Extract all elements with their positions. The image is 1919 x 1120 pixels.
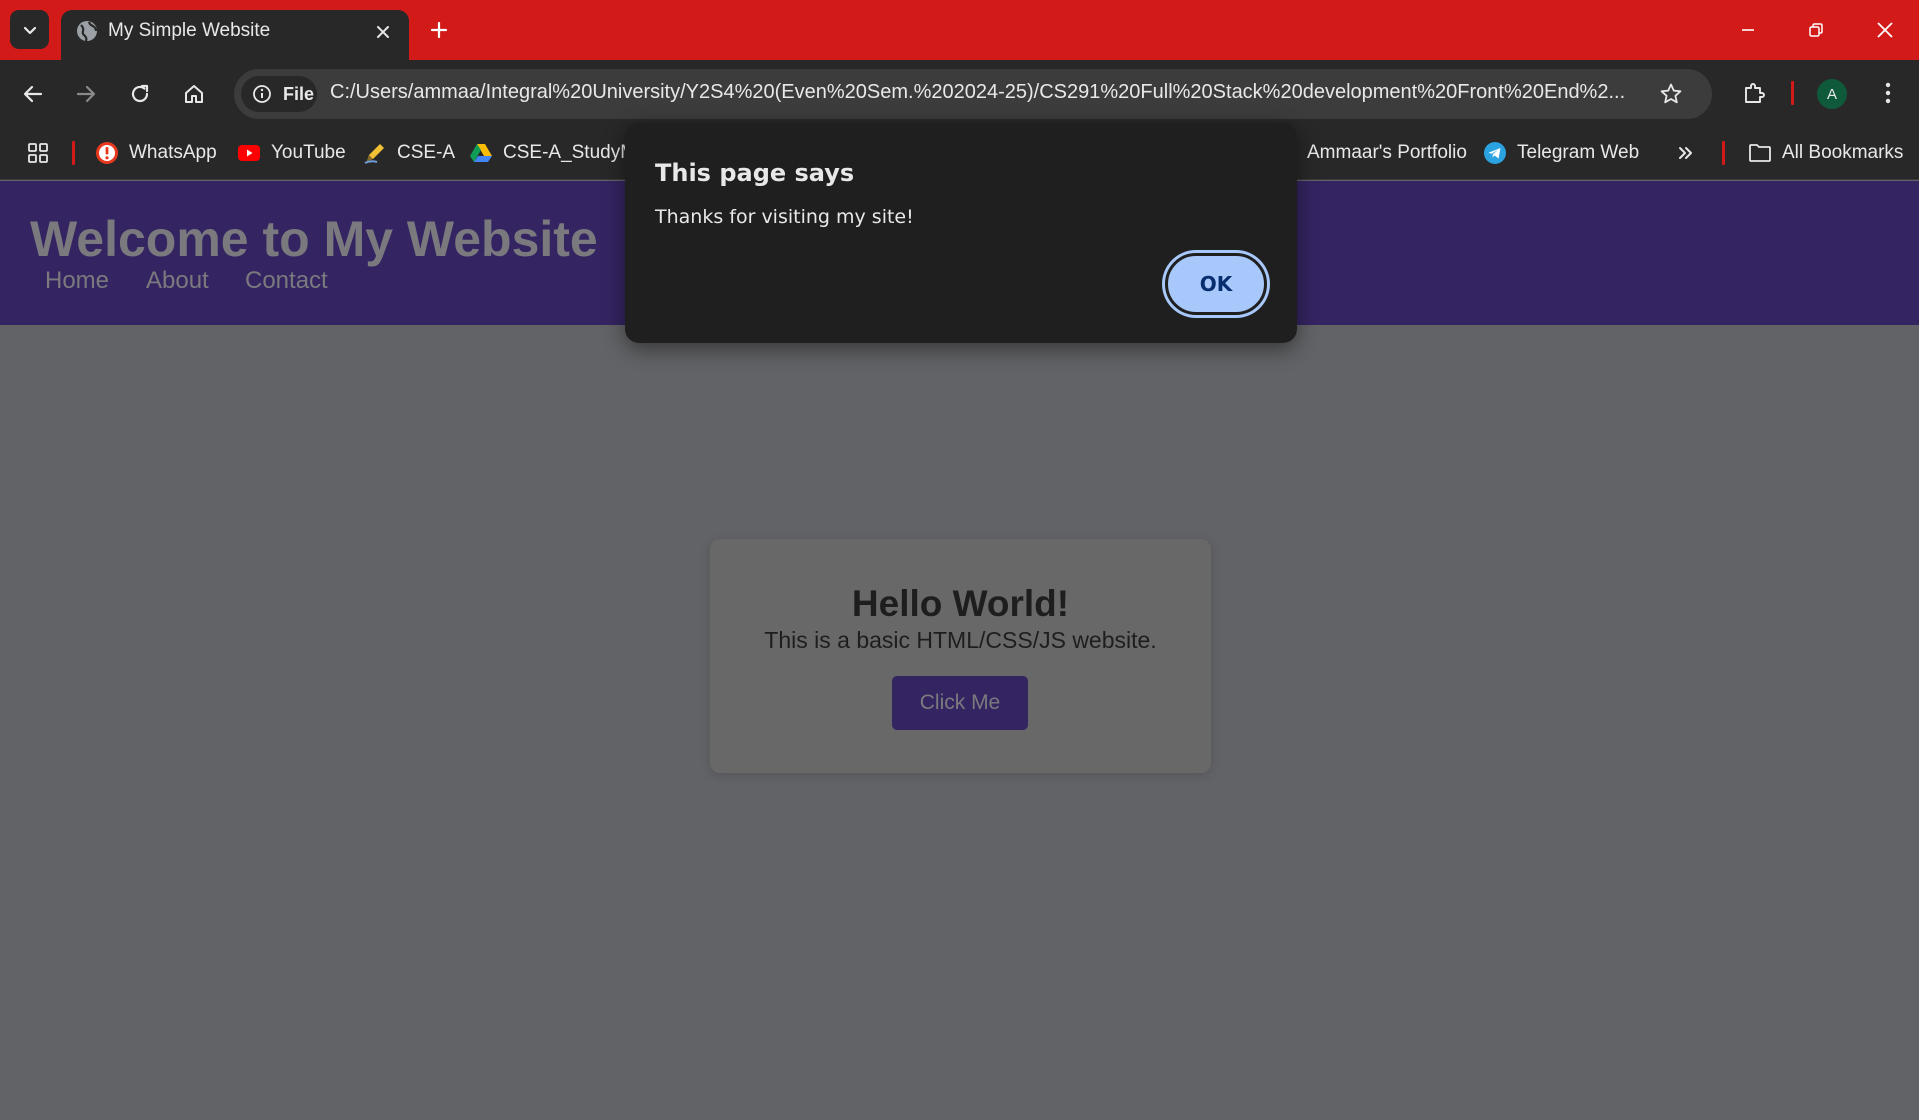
bookmark-star-button[interactable] [1654,77,1688,111]
bookmark-whatsapp[interactable]: WhatsApp [95,138,217,168]
bookmarks-separator [72,141,75,165]
all-bookmarks-label: All Bookmarks [1782,142,1904,163]
minimize-button[interactable] [1725,10,1771,50]
alert-dialog: This page says Thanks for visiting my si… [625,123,1297,343]
bookmark-youtube[interactable]: YouTube [237,138,346,168]
ok-button[interactable]: OK [1165,253,1267,315]
back-button[interactable] [13,74,53,114]
toolbar-separator [1791,81,1794,105]
dialog-title: This page says [655,159,855,187]
youtube-icon [237,141,261,165]
more-bookmarks-button[interactable] [1676,138,1696,168]
card-text: This is a basic HTML/CSS/JS website. [764,627,1157,653]
browser-toolbar: File C:/Users/ammaa/Integral%20Universit… [0,60,1919,126]
apps-button[interactable] [26,138,50,168]
content-card: Hello World! This is a basic HTML/CSS/JS… [710,539,1211,773]
site-info-chip[interactable]: File [241,76,317,112]
whatsapp-icon [95,141,119,165]
info-icon [253,85,271,103]
tab-title: My Simple Website [108,20,271,41]
telegram-icon [1483,141,1507,165]
restore-button[interactable] [1793,10,1839,50]
address-bar[interactable]: File C:/Users/ammaa/Integral%20Universit… [234,69,1712,119]
bookmark-portfolio[interactable]: Ammaar's Portfolio [1307,138,1467,168]
plus-icon [430,21,448,39]
more-vertical-icon [1885,82,1891,104]
globe-icon [77,21,98,42]
apps-grid-icon [28,143,48,163]
bookmark-cse-a-studymaterial[interactable]: CSE-A_StudyMa [469,138,625,168]
bookmarks-separator [1722,141,1725,165]
bookmark-label: WhatsApp [129,142,217,163]
profile-avatar[interactable]: A [1817,79,1847,109]
dialog-message: Thanks for visiting my site! [655,206,914,228]
pen-icon [363,141,387,165]
title-bar: My Simple Website [0,0,1919,60]
nav-link-contact[interactable]: Contact [245,267,328,295]
click-me-button[interactable]: Click Me [892,676,1028,730]
close-icon [1877,22,1893,38]
home-icon [185,85,203,103]
all-bookmarks-button[interactable]: All Bookmarks [1748,138,1903,168]
folder-icon [1748,141,1772,165]
google-drive-icon [469,141,493,165]
star-icon [1660,83,1682,104]
extensions-button[interactable] [1734,73,1774,113]
restore-icon [1809,23,1823,37]
close-window-button[interactable] [1862,10,1908,50]
tab-search-button[interactable] [10,10,49,49]
home-button[interactable] [174,74,214,114]
nav-link-home[interactable]: Home [45,267,109,295]
page-title: Welcome to My Website [30,211,598,267]
chevron-down-icon [23,26,36,34]
browser-tab[interactable]: My Simple Website [61,10,409,60]
arrow-left-icon [23,85,43,103]
arrow-right-icon [76,85,96,103]
minimize-icon [1742,29,1754,31]
close-icon [377,26,389,38]
bookmark-cse-a[interactable]: CSE-A [363,138,455,168]
bookmark-label: CSE-A_StudyMa [503,142,625,163]
puzzle-icon [1745,83,1765,103]
menu-button[interactable] [1868,73,1908,113]
chip-label: File [283,84,315,104]
card-heading: Hello World! [851,583,1070,624]
forward-button[interactable] [66,74,106,114]
bookmark-label: Telegram Web [1517,142,1640,163]
reload-button[interactable] [120,74,160,114]
nav-link-about[interactable]: About [146,267,209,295]
reload-icon [131,84,149,103]
new-tab-button[interactable] [423,14,455,46]
bookmark-label: YouTube [271,142,346,163]
bookmark-label: CSE-A [397,142,456,163]
url-text[interactable]: C:/Users/ammaa/Integral%20University/Y2S… [330,81,1640,104]
bookmark-label: Ammaar's Portfolio [1307,142,1467,163]
double-chevron-right-icon [1679,147,1692,159]
bookmark-telegram[interactable]: Telegram Web [1483,138,1639,168]
tab-close-button[interactable] [369,18,397,46]
